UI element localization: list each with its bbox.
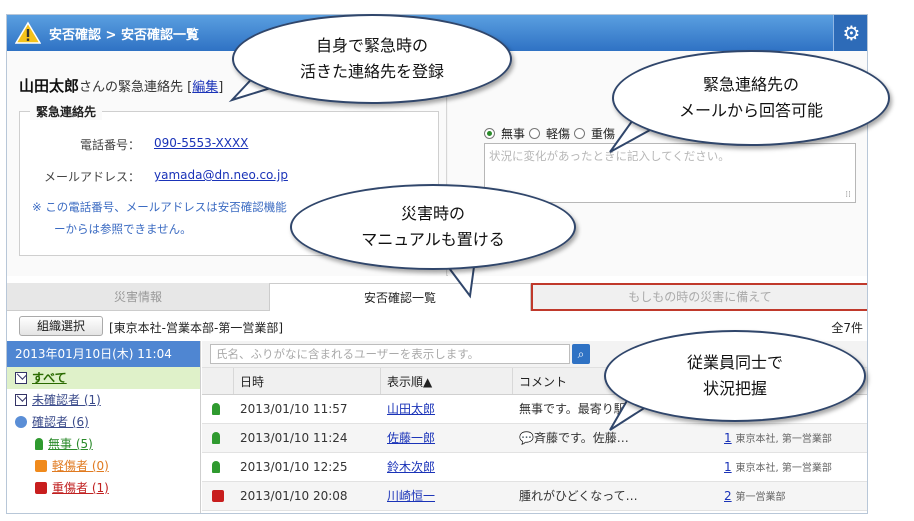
callout-line: マニュアルも置ける <box>361 230 505 249</box>
callout-register-contact: 自身で緊急時の 活きた連絡先を登録 <box>232 14 512 104</box>
callout-manual: 災害時のマニュアルも置ける <box>290 184 576 270</box>
callout-mail-reply: 緊急連絡先のメールから回答可能 <box>612 50 890 146</box>
callout-line: 緊急連絡先の <box>702 75 799 94</box>
callout-peer-status: 従業員同士で 状況把握 <box>604 330 866 422</box>
callout-line: メールから回答可能 <box>678 101 823 120</box>
callout-line: 状況把握 <box>702 379 767 398</box>
callout-line: 活きた連絡先を登録 <box>299 62 444 81</box>
callout-line: 災害時の <box>400 204 465 223</box>
callout-line: 自身で緊急時の <box>315 36 428 55</box>
callout-line: 従業員同士で <box>686 353 783 372</box>
